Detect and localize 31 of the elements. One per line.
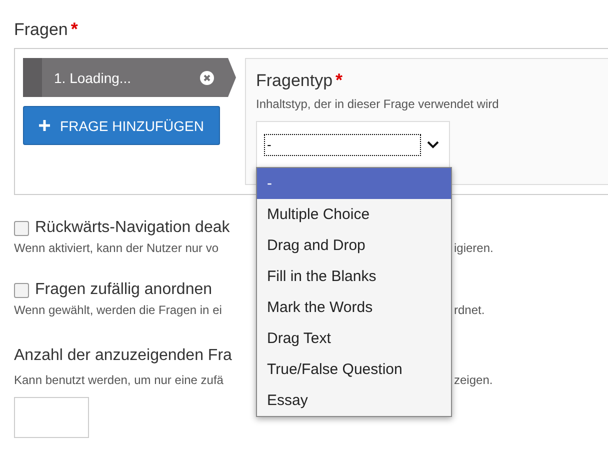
setting-description: igieren.	[454, 241, 494, 257]
setting-description: zeigen.	[454, 373, 494, 389]
required-mark: *	[70, 20, 78, 38]
dropdown-option[interactable]: Drag Text	[257, 323, 451, 354]
setting-description: Wenn aktiviert, kann der Nutzer nur vo	[14, 241, 220, 257]
checkbox[interactable]	[14, 282, 29, 298]
close-icon[interactable]	[200, 70, 214, 84]
dropdown-option[interactable]: -	[257, 168, 451, 199]
select-value: -	[264, 134, 421, 156]
question-tab[interactable]: 1. Loading...	[23, 58, 236, 97]
dropdown-option[interactable]: Multiple Choice	[257, 199, 451, 230]
setting-description: Kann benutzt werden, um nur eine zufä	[14, 373, 224, 389]
required-mark: *	[336, 71, 343, 89]
setting-description: rdnet.	[454, 303, 486, 319]
dropdown-option[interactable]: Mark the Words	[257, 292, 451, 323]
dropdown-option[interactable]: Drag and Drop	[257, 230, 451, 261]
field-label: Anzahl der anzuzeigenden Fra	[14, 347, 232, 365]
checkbox[interactable]	[14, 220, 29, 236]
plus-icon	[39, 120, 50, 131]
section-title: Fragen	[14, 20, 68, 40]
checkbox-label: Fragen zufällig anordnen	[35, 281, 212, 299]
dropdown-option[interactable]: Essay	[257, 385, 451, 416]
dropdown-option[interactable]: True/False Question	[257, 354, 451, 385]
field-label: Fragentyp	[256, 71, 333, 91]
dropdown-option[interactable]: Fill in the Blanks	[257, 261, 451, 292]
checkbox-label: Rückwärts-Navigation deak	[35, 219, 230, 237]
setting-description: Wenn gewählt, werden die Fragen in ei	[14, 303, 223, 319]
number-field[interactable]	[14, 397, 89, 438]
add-question-button[interactable]: FRAGE HINZUFÜGEN	[23, 106, 220, 145]
field-description: Inhaltstyp, der in dieser Frage verwendet wird	[256, 97, 500, 111]
caret-icon	[427, 140, 439, 148]
